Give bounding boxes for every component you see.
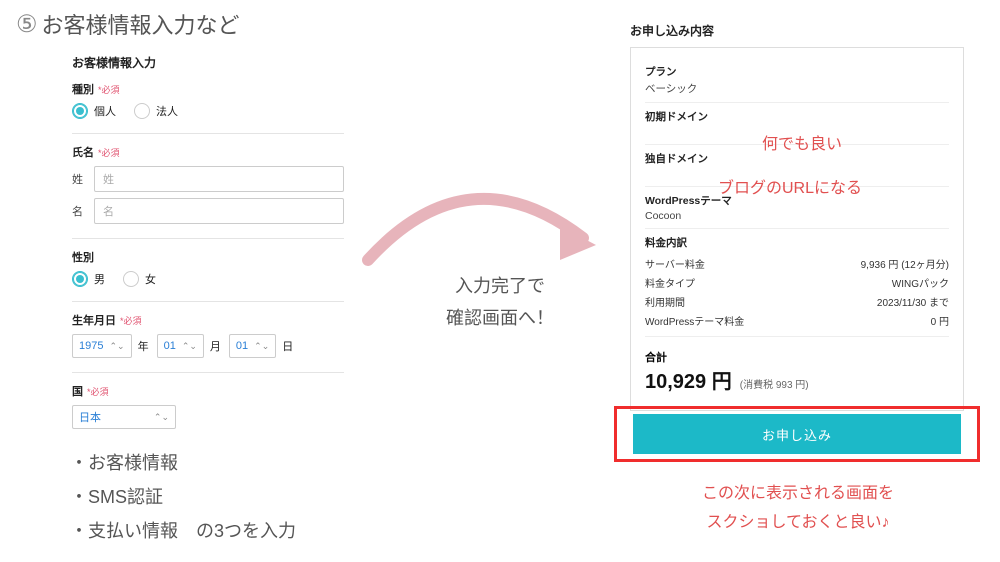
radio-icon bbox=[134, 103, 150, 119]
country-label: 国 *必須 bbox=[72, 383, 344, 399]
mid-caption: 入力完了で 確認画面へ！ bbox=[400, 270, 600, 335]
summary-title: お申し込み内容 bbox=[630, 22, 964, 39]
annotation-screenshot-tip: この次に表示される画面を スクショしておくと良い♪ bbox=[628, 480, 968, 538]
radio-personal[interactable]: 個人 bbox=[72, 103, 116, 119]
plan-type-label: 料金タイプ bbox=[645, 275, 695, 290]
period-label: 利用期間 bbox=[645, 294, 685, 309]
total-label: 合計 bbox=[645, 349, 667, 365]
dob-label-text: 生年月日 bbox=[72, 312, 116, 328]
gender-label-text: 性別 bbox=[72, 249, 94, 265]
plan-type-value: WINGパック bbox=[892, 275, 949, 290]
step-number-circle: ⑤ bbox=[16, 10, 38, 39]
summary-box: プラン ベーシック 初期ドメイン 独自ドメイン WordPressテーマ Coc… bbox=[630, 47, 964, 411]
bullet-customer-info: お客様情報 bbox=[70, 446, 296, 480]
tip-line1: この次に表示される画面を bbox=[628, 480, 968, 509]
chevron-updown-icon: ⌃⌄ bbox=[109, 341, 124, 352]
form-heading: お客様情報入力 bbox=[72, 54, 344, 71]
total-tax: (消費税 993 円) bbox=[740, 376, 809, 391]
radio-icon bbox=[72, 103, 88, 119]
server-fee-value: 9,936 円 (12ヶ月分) bbox=[861, 256, 949, 271]
input-checklist: お客様情報 SMS認証 支払い情報 の3つを入力 bbox=[70, 446, 296, 549]
chevron-updown-icon: ⌃⌄ bbox=[254, 341, 269, 352]
required-badge: *必須 bbox=[98, 83, 120, 96]
required-badge: *必須 bbox=[98, 146, 120, 159]
country-value: 日本 bbox=[79, 409, 101, 425]
plan-label: プラン bbox=[645, 64, 949, 79]
day-select[interactable]: 01 ⌃⌄ bbox=[229, 334, 276, 358]
mei-input[interactable]: 名 bbox=[94, 198, 344, 224]
theme-value: Cocoon bbox=[645, 210, 949, 222]
step-title: ⑤ お客様情報入力など bbox=[16, 8, 240, 40]
month-unit: 月 bbox=[210, 338, 221, 354]
year-select[interactable]: 1975 ⌃⌄ bbox=[72, 334, 132, 358]
year-value: 1975 bbox=[79, 340, 103, 352]
type-label: 種別 *必須 bbox=[72, 81, 344, 97]
chevron-updown-icon: ⌃⌄ bbox=[182, 341, 197, 352]
country-label-text: 国 bbox=[72, 383, 83, 399]
required-badge: *必須 bbox=[120, 314, 142, 327]
bullet-sms: SMS認証 bbox=[70, 480, 296, 514]
price-breakdown-label: 料金内訳 bbox=[645, 235, 949, 250]
month-select[interactable]: 01 ⌃⌄ bbox=[157, 334, 204, 358]
name-label: 氏名 *必須 bbox=[72, 144, 344, 160]
mid-caption-line1: 入力完了で bbox=[400, 270, 600, 302]
step-title-text: お客様情報入力など bbox=[42, 8, 240, 40]
radio-corp-label: 法人 bbox=[156, 103, 178, 119]
submit-highlight: お申し込み bbox=[614, 406, 980, 462]
required-badge: *必須 bbox=[87, 385, 109, 398]
radio-female-label: 女 bbox=[145, 271, 156, 287]
server-fee-label: サーバー料金 bbox=[645, 256, 705, 271]
tip-line2: スクショしておくと良い♪ bbox=[628, 509, 968, 538]
theme-fee-label: WordPressテーマ料金 bbox=[645, 313, 744, 328]
submit-button[interactable]: お申し込み bbox=[633, 414, 961, 454]
gender-label: 性別 bbox=[72, 249, 344, 265]
period-value: 2023/11/30 まで bbox=[877, 294, 949, 309]
annotation-init-domain: 何でも良い bbox=[762, 130, 842, 154]
radio-icon bbox=[72, 271, 88, 287]
month-value: 01 bbox=[164, 340, 176, 352]
radio-male[interactable]: 男 bbox=[72, 271, 105, 287]
dob-label: 生年月日 *必須 bbox=[72, 312, 344, 328]
plan-value: ベーシック bbox=[645, 81, 949, 96]
customer-form: お客様情報入力 種別 *必須 個人 法人 氏名 *必須 姓 姓 名 bbox=[72, 54, 344, 443]
year-unit: 年 bbox=[138, 338, 149, 354]
sei-caption: 姓 bbox=[72, 171, 86, 187]
total-amount: 10,929 円 bbox=[645, 365, 732, 394]
chevron-updown-icon: ⌃⌄ bbox=[154, 412, 169, 423]
radio-corp[interactable]: 法人 bbox=[134, 103, 178, 119]
day-unit: 日 bbox=[282, 338, 293, 354]
mei-caption: 名 bbox=[72, 203, 86, 219]
radio-female[interactable]: 女 bbox=[123, 271, 156, 287]
day-value: 01 bbox=[236, 340, 248, 352]
sei-input[interactable]: 姓 bbox=[94, 166, 344, 192]
country-select[interactable]: 日本 ⌃⌄ bbox=[72, 405, 176, 429]
mid-caption-line2: 確認画面へ！ bbox=[400, 302, 600, 334]
radio-icon bbox=[123, 271, 139, 287]
init-domain-label: 初期ドメイン bbox=[645, 109, 949, 124]
arrow-icon bbox=[358, 140, 618, 280]
radio-male-label: 男 bbox=[94, 271, 105, 287]
type-label-text: 種別 bbox=[72, 81, 94, 97]
radio-personal-label: 個人 bbox=[94, 103, 116, 119]
annotation-own-domain: ブログのURLになる bbox=[718, 174, 862, 198]
order-summary: お申し込み内容 プラン ベーシック 初期ドメイン 独自ドメイン WordPres… bbox=[630, 22, 964, 411]
name-label-text: 氏名 bbox=[72, 144, 94, 160]
bullet-payment: 支払い情報 の3つを入力 bbox=[70, 514, 296, 548]
theme-fee-value: 0 円 bbox=[931, 313, 949, 328]
